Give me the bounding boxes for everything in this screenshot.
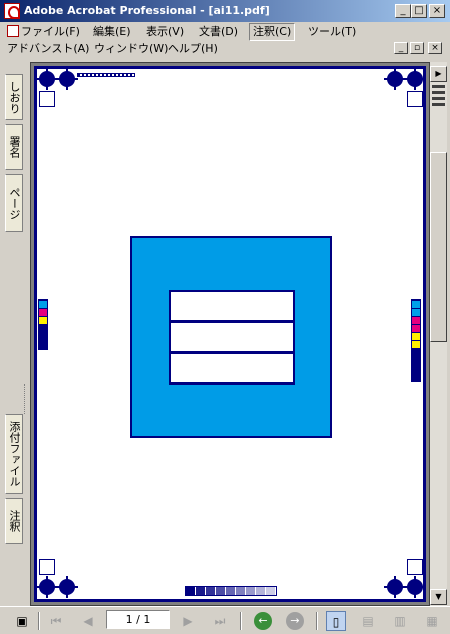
pane-resize-grip[interactable] <box>24 384 27 414</box>
gray-swatch <box>216 587 226 595</box>
crop-mark <box>407 91 423 107</box>
color-swatch <box>412 333 420 340</box>
gray-swatch <box>256 587 266 595</box>
status-bar: ▣ ⏮ ◀ 1 / 1 ▶ ⏭ ← → ▯ ▤ ▥ ▦ <box>0 606 450 634</box>
tab-comments[interactable]: 注釈 <box>5 498 23 544</box>
tab-bookmarks[interactable]: しおり <box>5 74 23 120</box>
minimize-button[interactable]: _ <box>395 4 411 18</box>
color-swatch <box>39 333 47 340</box>
color-swatch <box>412 349 420 356</box>
menu-document[interactable]: 文書(D) <box>196 23 241 41</box>
continuous-icon[interactable]: ▤ <box>358 611 378 631</box>
registration-mark <box>404 576 426 598</box>
gray-swatch <box>246 587 256 595</box>
menu-edit[interactable]: 編集(E) <box>90 23 134 41</box>
color-bar-left <box>38 299 48 350</box>
menu-view[interactable]: 表示(V) <box>143 23 187 41</box>
menu-file[interactable]: ファイル(F) <box>4 23 83 41</box>
window-title: Adobe Acrobat Professional - [ai11.pdf] <box>24 4 270 17</box>
tab-attachments[interactable]: 添付ファイル <box>5 414 23 494</box>
doc-minimize-button[interactable]: _ <box>394 42 408 54</box>
crop-mark <box>39 559 55 575</box>
doc-close-button[interactable]: × <box>428 42 442 54</box>
title-bar: Adobe Acrobat Professional - [ai11.pdf] … <box>0 0 450 22</box>
separator <box>316 612 318 630</box>
gray-swatch <box>206 587 216 595</box>
white-row <box>171 354 293 382</box>
first-page-icon[interactable]: ⏮ <box>46 611 66 631</box>
color-swatch <box>39 317 47 324</box>
registration-mark <box>36 68 58 90</box>
registration-mark <box>404 68 426 90</box>
color-swatch <box>412 309 420 316</box>
expand-pane-button[interactable]: ▶ <box>430 66 447 82</box>
color-swatch <box>39 341 47 348</box>
color-swatch <box>412 317 420 324</box>
registration-mark <box>384 68 406 90</box>
color-swatch <box>412 325 420 332</box>
crop-mark <box>39 91 55 107</box>
go-back-icon[interactable]: ← <box>254 612 272 630</box>
color-swatch <box>39 325 47 332</box>
color-swatch <box>412 357 420 364</box>
page-number-field[interactable]: 1 / 1 <box>106 610 170 629</box>
last-page-icon[interactable]: ⏭ <box>210 611 230 631</box>
registration-mark <box>384 576 406 598</box>
next-page-icon[interactable]: ▶ <box>178 611 198 631</box>
menu-window[interactable]: ウィンドウ(W) <box>91 40 171 58</box>
color-swatch <box>412 301 420 308</box>
doc-restore-button[interactable]: ▫ <box>410 42 424 54</box>
menu-bar: ファイル(F) 編集(E) 表示(V) 文書(D) 注釈(C) ツール(T) ア… <box>0 22 450 60</box>
tab-signatures[interactable]: 署名 <box>5 124 23 170</box>
gray-swatch <box>186 587 196 595</box>
facing-icon[interactable]: ▥ <box>390 611 410 631</box>
menu-tools[interactable]: ツール(T) <box>305 23 359 41</box>
gray-swatch <box>196 587 206 595</box>
pdf-page <box>34 66 426 602</box>
prev-page-icon[interactable]: ◀ <box>78 611 98 631</box>
menu-help[interactable]: ヘルプ(H) <box>165 40 221 58</box>
slug-marks <box>77 73 135 77</box>
crop-mark <box>407 559 423 575</box>
white-row <box>171 323 293 351</box>
registration-mark <box>56 68 78 90</box>
white-rows-box <box>169 290 295 385</box>
document-icon <box>7 25 19 37</box>
menu-comments[interactable]: 注釈(C) <box>249 23 296 41</box>
color-swatch <box>412 341 420 348</box>
color-bar-right <box>411 299 421 382</box>
single-page-icon[interactable]: ▯ <box>326 611 346 631</box>
go-forward-icon[interactable]: → <box>286 612 304 630</box>
gray-swatch <box>226 587 236 595</box>
navigation-pane: しおり 署名 ページ 添付ファイル 注釈 <box>0 62 30 606</box>
blue-square-artwork <box>130 236 332 438</box>
close-button[interactable]: × <box>429 4 445 18</box>
menu-advanced[interactable]: アドバンスト(A) <box>4 40 92 58</box>
gray-scale-bar <box>185 586 277 596</box>
white-row <box>171 292 293 320</box>
adobe-pdf-icon[interactable] <box>4 3 20 19</box>
gray-swatch <box>236 587 246 595</box>
color-swatch <box>39 309 47 316</box>
registration-mark <box>36 576 58 598</box>
scrollbar-thumb[interactable] <box>430 152 447 342</box>
toolbar-handles <box>430 82 447 118</box>
color-swatch <box>39 301 47 308</box>
nav-pane-toggle-icon[interactable]: ▣ <box>12 611 32 631</box>
registration-mark <box>56 576 78 598</box>
gray-swatch <box>266 587 276 595</box>
color-swatch <box>412 365 420 372</box>
document-view[interactable] <box>30 62 430 606</box>
separator <box>240 612 242 630</box>
vertical-scrollbar[interactable]: ▶ ▼ <box>430 62 447 606</box>
separator <box>38 612 40 630</box>
scroll-down-button[interactable]: ▼ <box>430 589 447 605</box>
maximize-button[interactable]: □ <box>411 4 427 18</box>
tab-pages[interactable]: ページ <box>5 174 23 232</box>
continuous-facing-icon[interactable]: ▦ <box>422 611 442 631</box>
color-swatch <box>412 373 420 380</box>
